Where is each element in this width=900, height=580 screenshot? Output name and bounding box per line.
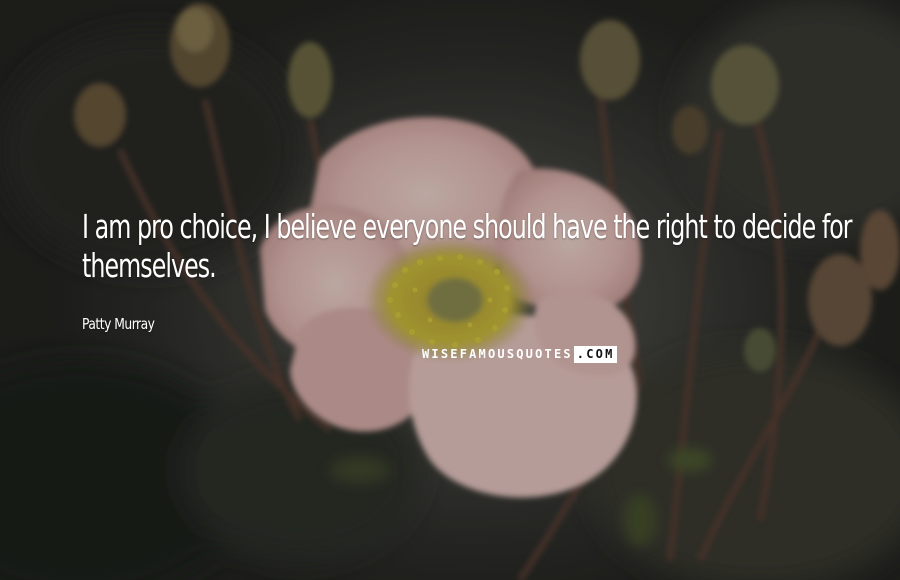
- darkening-overlay: [0, 0, 900, 580]
- watermark-part-2: .COM: [573, 346, 617, 363]
- site-watermark: WISEFAMOUSQUOTES .COM: [420, 346, 617, 363]
- quote-author: Patty Murray: [82, 315, 155, 333]
- watermark-part-1: WISEFAMOUSQUOTES: [422, 347, 573, 361]
- quote-text: I am pro choice, I believe everyone shou…: [82, 207, 853, 285]
- quote-image: I am pro choice, I believe everyone shou…: [0, 0, 900, 580]
